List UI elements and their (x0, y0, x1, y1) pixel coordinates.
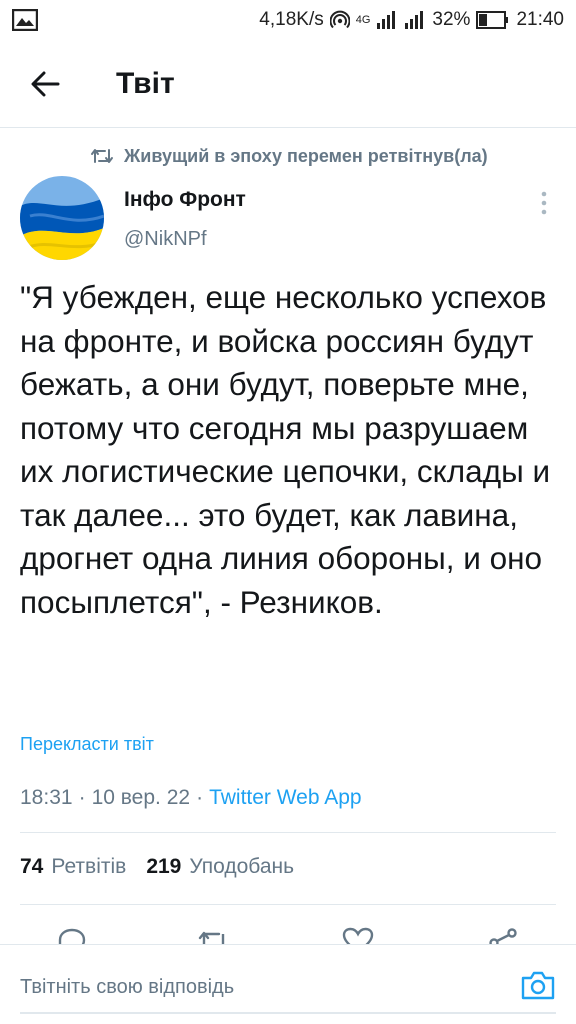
likes-count: 219 (146, 855, 182, 878)
tweet-source-link[interactable]: Twitter Web App (209, 786, 362, 810)
back-button[interactable] (0, 40, 90, 128)
tweet-stats: 74 Ретвітів 219 Уподобань (20, 855, 314, 879)
more-options-button[interactable] (530, 186, 558, 220)
author-handle[interactable]: @NikNPf (124, 228, 207, 251)
signal-icon-2 (405, 11, 424, 29)
arrow-left-icon (31, 71, 60, 96)
app-header: Твіт (0, 40, 576, 128)
network-speed: 4,18K/s (259, 9, 324, 30)
camera-icon (521, 971, 555, 1000)
tweet-text: "Я убежден, еще несколько успехов на фро… (20, 279, 551, 620)
meta-separator: · (196, 786, 204, 809)
divider (20, 832, 556, 833)
battery-level: 32% (432, 9, 471, 30)
more-vertical-icon (541, 191, 547, 215)
battery-icon (476, 11, 509, 29)
meta-separator: · (78, 786, 86, 809)
signal-icon (377, 11, 396, 29)
retweets-count: 74 (20, 855, 44, 878)
tweet-meta: 18:31 · 10 вер. 22 · Twitter Web App (20, 786, 362, 810)
clock: 21:40 (516, 9, 564, 30)
camera-button[interactable] (520, 967, 556, 1003)
retweets-label: Ретвітів (51, 855, 127, 878)
retweet-icon (91, 149, 113, 163)
tweet-date: 10 вер. 22 (91, 786, 191, 809)
network-type: 4G (355, 14, 371, 26)
retweet-context[interactable]: Живущий в эпоху перемен ретвітнув(ла) (90, 142, 488, 170)
bottom-divider (20, 1012, 556, 1014)
status-bar: 4,18K/s 4G 32% 21:40 (0, 0, 576, 40)
page-title: Твіт (116, 66, 175, 100)
likes-label: Уподобань (189, 855, 295, 878)
avatar[interactable] (20, 176, 104, 260)
hotspot-icon (329, 10, 350, 29)
reply-input[interactable] (20, 967, 490, 1007)
gallery-notification-icon (12, 9, 38, 31)
author-name[interactable]: Інфо Фронт (124, 188, 246, 212)
tweet-time: 18:31 (20, 786, 73, 809)
retweets-stat[interactable]: 74 Ретвітів (20, 855, 126, 879)
likes-stat[interactable]: 219 Уподобань (146, 855, 294, 879)
translate-tweet-link[interactable]: Перекласти твіт (20, 734, 154, 755)
ukraine-flag-image (20, 176, 104, 260)
retweet-context-text: Живущий в эпоху перемен ретвітнув(ла) (124, 145, 488, 166)
divider (20, 904, 556, 905)
